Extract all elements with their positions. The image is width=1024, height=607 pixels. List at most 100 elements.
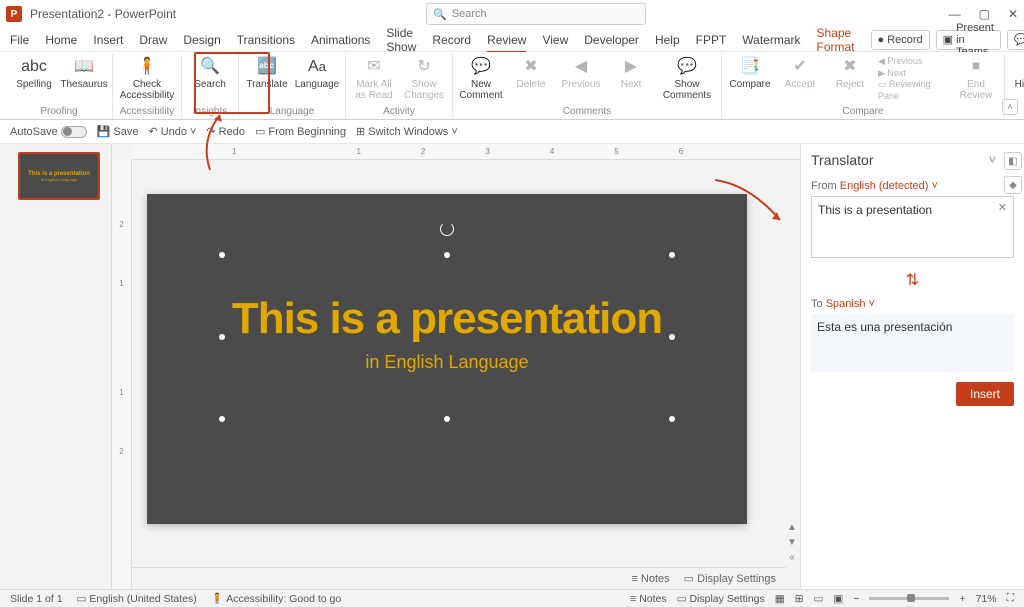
- notes-status[interactable]: ≡ Notes: [630, 593, 666, 605]
- end-review-button: ⏹End Review: [954, 56, 998, 101]
- spelling-button[interactable]: abcSpelling: [12, 56, 56, 91]
- view-slideshow[interactable]: ▣: [833, 593, 843, 605]
- slide-count: Slide 1 of 1: [10, 593, 63, 605]
- source-textbox[interactable]: This is a presentation ✕: [811, 196, 1014, 258]
- selection-handle[interactable]: [219, 334, 225, 340]
- swap-languages-button[interactable]: ⇅: [811, 270, 1014, 290]
- slide[interactable]: This is a presentation in English Langua…: [147, 194, 747, 524]
- selection-handle[interactable]: [669, 416, 675, 422]
- insert-button[interactable]: Insert: [956, 382, 1014, 406]
- selection-handle[interactable]: [444, 252, 450, 258]
- translator-header: Translator ˅ ✕: [811, 152, 1014, 168]
- compare-button[interactable]: 📑Compare: [728, 56, 772, 91]
- translator-options[interactable]: ˅: [989, 153, 996, 167]
- reject-button: ✖Reject: [828, 56, 872, 91]
- fit-to-window[interactable]: ⛶: [1007, 592, 1014, 605]
- zoom-slider[interactable]: [869, 597, 949, 600]
- hide-ink-button[interactable]: ✒Hide Ink: [1011, 56, 1024, 91]
- vertical-scrollbar[interactable]: ▲▼«: [785, 160, 799, 567]
- next-comment-button: ▶Next: [609, 56, 653, 91]
- ribbon-collapse[interactable]: ˄: [1002, 99, 1018, 115]
- group-compare: 📑Compare ✔Accept ✖Reject ◀ Previous ▶ Ne…: [722, 54, 1005, 119]
- thumbnail-pane[interactable]: 1 This is a presentation in English Lang…: [0, 144, 112, 589]
- zoom-level[interactable]: 71%: [976, 593, 997, 605]
- rotate-handle[interactable]: [440, 222, 454, 236]
- tab-animations[interactable]: Animations: [311, 33, 370, 47]
- maximize-button[interactable]: ▢: [979, 7, 990, 21]
- slide-subtitle-text[interactable]: in English Language: [147, 352, 747, 373]
- check-accessibility-button[interactable]: 🧍Check Accessibility: [119, 56, 175, 101]
- tab-watermark[interactable]: Watermark: [742, 33, 800, 47]
- accept-icon: ✔: [789, 56, 811, 78]
- autosave-toggle[interactable]: AutoSave: [10, 126, 87, 138]
- search-placeholder: Search: [452, 8, 487, 20]
- switch-windows-button[interactable]: ⊞ Switch Windows ˅: [356, 125, 458, 138]
- tab-transitions[interactable]: Transitions: [237, 33, 295, 47]
- selection-handle[interactable]: [219, 252, 225, 258]
- zoom-in[interactable]: +: [959, 593, 965, 605]
- group-language: 🔤Translate AaLanguage Language: [239, 54, 346, 119]
- translate-button[interactable]: 🔤Translate: [245, 56, 289, 91]
- display-settings-toggle[interactable]: ▭ Display Settings: [684, 572, 776, 585]
- notes-toggle[interactable]: ≡ Notes: [631, 573, 669, 585]
- undo-button[interactable]: ↶ Undo ˅: [148, 125, 196, 138]
- tab-design[interactable]: Design: [183, 33, 220, 47]
- tab-review[interactable]: Review: [487, 33, 526, 47]
- zoom-out[interactable]: −: [853, 593, 859, 605]
- titlebar: P Presentation2 - PowerPoint 🔍 Search — …: [0, 0, 1024, 28]
- new-comment-button[interactable]: 💬New Comment: [459, 56, 503, 101]
- tab-shape-format[interactable]: Shape Format: [817, 26, 855, 54]
- selection-handle[interactable]: [219, 416, 225, 422]
- from-lang-dropdown[interactable]: English (detected) ˅: [840, 180, 938, 192]
- clear-source-icon[interactable]: ✕: [998, 201, 1007, 214]
- tab-insert[interactable]: Insert: [93, 33, 123, 47]
- to-lang-dropdown[interactable]: Spanish ˅: [826, 298, 875, 310]
- view-reading[interactable]: ▭: [814, 593, 824, 605]
- redo-button[interactable]: ↷ Redo: [206, 125, 245, 138]
- slide-title-text[interactable]: This is a presentation: [147, 294, 747, 344]
- mark-all-read-button: ✉Mark All as Read: [352, 56, 396, 101]
- language-status[interactable]: ▭ English (United States): [77, 593, 197, 605]
- window-title: Presentation2 - PowerPoint: [30, 7, 176, 21]
- save-button[interactable]: 💾 Save: [97, 125, 139, 138]
- from-beginning-button[interactable]: ▭ From Beginning: [255, 125, 346, 138]
- search-button[interactable]: 🔍Search: [188, 56, 232, 91]
- prev-comment-button: ◀Previous: [559, 56, 603, 91]
- target-textbox[interactable]: Esta es una presentación: [811, 314, 1014, 372]
- view-sorter[interactable]: ⊞: [795, 593, 804, 605]
- show-comments-button[interactable]: 💬Show Comments: [659, 56, 715, 101]
- tab-home[interactable]: Home: [45, 33, 77, 47]
- tab-file[interactable]: File: [10, 33, 29, 47]
- tab-fppt[interactable]: FPPT: [696, 33, 727, 47]
- source-text: This is a presentation: [818, 203, 932, 217]
- tab-developer[interactable]: Developer: [584, 33, 639, 47]
- selection-handle[interactable]: [669, 334, 675, 340]
- view-normal[interactable]: ▦: [775, 593, 785, 605]
- language-button[interactable]: AaLanguage: [295, 56, 339, 91]
- side-tab-2[interactable]: ◆: [1004, 176, 1022, 194]
- delete-icon: ✖: [520, 56, 542, 78]
- tab-view[interactable]: View: [542, 33, 568, 47]
- slide-thumbnail[interactable]: This is a presentation in English Langua…: [18, 152, 100, 200]
- group-insights: 🔍Search Insights: [182, 54, 239, 119]
- tab-record[interactable]: Record: [432, 33, 471, 47]
- present-teams-button[interactable]: ▣ Present in Teams: [936, 30, 1001, 50]
- display-settings-status[interactable]: ▭ Display Settings: [677, 593, 765, 605]
- close-button[interactable]: ✕: [1008, 7, 1018, 21]
- window-controls: — ▢ ✕: [949, 7, 1018, 21]
- tab-draw[interactable]: Draw: [139, 33, 167, 47]
- selection-handle[interactable]: [444, 416, 450, 422]
- group-comments: 💬New Comment ✖Delete ◀Previous ▶Next 💬Sh…: [453, 54, 722, 119]
- side-tab-1[interactable]: ◧: [1004, 152, 1022, 170]
- comments-toggle[interactable]: 💬: [1007, 30, 1024, 50]
- translator-title: Translator: [811, 152, 874, 168]
- selection-handle[interactable]: [669, 252, 675, 258]
- record-button[interactable]: ● Record: [871, 30, 930, 50]
- thesaurus-button[interactable]: 📖Thesaurus: [62, 56, 106, 91]
- tab-slideshow[interactable]: Slide Show: [386, 26, 416, 54]
- tab-help[interactable]: Help: [655, 33, 680, 47]
- accessibility-status[interactable]: 🧍 Accessibility: Good to go: [211, 592, 341, 605]
- thumb-subtitle: in English Language: [41, 177, 77, 182]
- search-box[interactable]: 🔍 Search: [426, 3, 646, 25]
- minimize-button[interactable]: —: [949, 7, 961, 21]
